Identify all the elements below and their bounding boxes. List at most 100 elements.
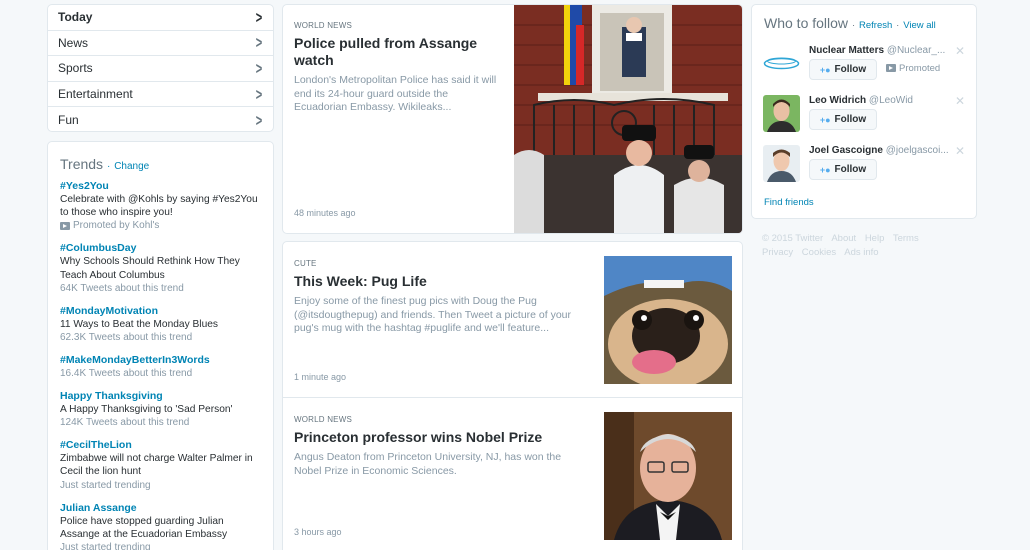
footer-links: © 2015 Twitter About Help Terms Privacy … — [762, 232, 962, 260]
trend-item: #ColumbusDay Why Schools Should Rethink … — [60, 242, 261, 294]
chevron-right-icon: > — [255, 7, 263, 27]
follow-label: Follow — [834, 64, 867, 75]
user-name[interactable]: Joel Gascoigne @joelgascoi... — [809, 145, 955, 156]
footer-link-cookies[interactable]: Cookies — [802, 247, 836, 258]
wtf-title: Who to follow — [764, 15, 849, 31]
nav-item-label: Sports — [58, 61, 93, 76]
trend-link[interactable]: Happy Thanksgiving — [60, 390, 261, 403]
story-category: WORLD NEWS — [294, 415, 352, 424]
story-description: Angus Deaton from Princeton University, … — [294, 451, 562, 477]
trend-link[interactable]: #MondayMotivation — [60, 305, 261, 318]
chevron-right-icon: > — [255, 58, 263, 78]
chevron-right-icon: > — [255, 110, 263, 130]
refresh-link[interactable]: Refresh — [859, 20, 892, 31]
story-image-professor[interactable] — [604, 412, 732, 540]
trend-item: #Yes2You Celebrate with @Kohls by saying… — [60, 180, 261, 232]
trend-description: Celebrate with @Kohls by saying #Yes2You… — [60, 194, 258, 219]
story-timestamp: 1 minute ago — [294, 372, 347, 382]
story-description: Enjoy some of the finest pug pics with D… — [294, 295, 572, 334]
user-handle: @LeoWid — [868, 95, 913, 106]
trend-meta: Just started trending — [60, 479, 151, 491]
trends-sep: · — [106, 161, 111, 172]
follow-label: Follow — [834, 164, 867, 175]
copyright: © 2015 Twitter — [762, 233, 824, 244]
view-all-link[interactable]: View all — [903, 20, 936, 31]
trend-meta: 124K Tweets about this trend — [60, 417, 190, 429]
footer-link-terms[interactable]: Terms — [893, 233, 919, 244]
trend-description: Why Schools Should Rethink How They Teac… — [60, 256, 240, 281]
user-display-name: Joel Gascoigne — [809, 145, 883, 156]
trend-item: Happy Thanksgiving A Happy Thanksgiving … — [60, 390, 261, 429]
user-display-name: Nuclear Matters — [809, 45, 885, 56]
trend-meta: 16.4K Tweets about this trend — [60, 368, 193, 380]
nav-item-fun[interactable]: Fun > — [48, 107, 273, 131]
story-description: London's Metropolitan Police has said it… — [294, 74, 497, 113]
story-image-embassy[interactable] — [514, 5, 743, 234]
trends-title: Trends — [60, 156, 104, 172]
avatar[interactable] — [763, 95, 800, 132]
who-to-follow-module: Who to follow · Refresh · View all Nucle… — [751, 4, 977, 219]
add-user-icon: +● — [819, 64, 831, 75]
trend-description: 11 Ways to Beat the Monday Blues — [60, 318, 218, 330]
promoted-icon — [886, 64, 896, 73]
trend-description: Police have stopped guarding Julian Assa… — [60, 515, 228, 540]
story-category: WORLD NEWS — [294, 21, 352, 30]
wtf-sep: · — [896, 20, 900, 31]
story-image-pug[interactable] — [604, 256, 732, 384]
close-icon[interactable]: ✕ — [955, 44, 965, 58]
avatar[interactable] — [763, 145, 800, 182]
trends-module: Trends · Change #Yes2You Celebrate with … — [47, 141, 274, 550]
nav-item-news[interactable]: News > — [48, 31, 273, 57]
trend-meta: 62.3K Tweets about this trend — [60, 332, 193, 344]
footer-link-privacy[interactable]: Privacy — [762, 247, 793, 258]
find-friends-link[interactable]: Find friends — [764, 197, 814, 208]
trend-link[interactable]: #Yes2You — [60, 180, 261, 193]
close-icon[interactable]: ✕ — [955, 94, 965, 108]
story-card-assange[interactable]: WORLD NEWS Police pulled from Assange wa… — [282, 4, 743, 234]
nav-item-entertainment[interactable]: Entertainment > — [48, 82, 273, 108]
follow-label: Follow — [834, 114, 867, 125]
story-timestamp: 48 minutes ago — [294, 208, 356, 218]
user-display-name: Leo Widrich — [809, 95, 867, 106]
nav-item-label: Entertainment — [58, 87, 133, 102]
story-body: WORLD NEWS Princeton professor wins Nobe… — [283, 415, 583, 478]
story-title[interactable]: Police pulled from Assange watch — [294, 35, 497, 69]
footer-link-about[interactable]: About — [831, 233, 856, 244]
nav-item-label: Fun — [58, 113, 79, 128]
user-name[interactable]: Leo Widrich @LeoWid — [809, 95, 955, 106]
story-category: CUTE — [294, 259, 317, 268]
user-handle: @joelgascoi... — [885, 145, 949, 156]
close-icon[interactable]: ✕ — [955, 144, 965, 158]
avatar[interactable] — [763, 45, 800, 82]
promoted-tag: Promoted — [886, 63, 940, 74]
trend-link[interactable]: Julian Assange — [60, 502, 261, 515]
story-timestamp: 3 hours ago — [294, 527, 342, 537]
nav-item-today[interactable]: Today > — [48, 5, 273, 31]
story-title[interactable]: This Week: Pug Life — [294, 273, 572, 290]
trend-meta: Just started trending — [60, 542, 151, 550]
trend-link[interactable]: #ColumbusDay — [60, 242, 261, 255]
trend-item: #MakeMondayBetterIn3Words 16.4K Tweets a… — [60, 354, 261, 380]
trend-item: #CecilTheLion Zimbabwe will not charge W… — [60, 439, 261, 491]
trend-meta: Promoted by Kohl's — [60, 219, 261, 232]
trend-link[interactable]: #CecilTheLion — [60, 439, 261, 452]
chevron-right-icon: > — [255, 84, 263, 104]
story-list: CUTE This Week: Pug Life Enjoy some of t… — [282, 241, 743, 550]
wtf-sep: · — [851, 20, 856, 31]
trends-header: Trends · Change — [60, 156, 261, 172]
nav-item-sports[interactable]: Sports > — [48, 56, 273, 82]
story-title[interactable]: Princeton professor wins Nobel Prize — [294, 429, 572, 446]
change-trends-link[interactable]: Change — [114, 161, 149, 172]
footer-link-help[interactable]: Help — [865, 233, 885, 244]
follow-button[interactable]: +● Follow — [809, 59, 877, 80]
nav-item-label: Today — [58, 10, 93, 25]
footer-link-ads-info[interactable]: Ads info — [844, 247, 878, 258]
trend-meta-text: Promoted by Kohl's — [73, 220, 160, 232]
add-user-icon: +● — [819, 114, 831, 125]
trend-item: Julian Assange Police have stopped guard… — [60, 502, 261, 550]
user-name[interactable]: Nuclear Matters @Nuclear_... — [809, 45, 955, 56]
follow-button[interactable]: +● Follow — [809, 109, 877, 130]
follow-button[interactable]: +● Follow — [809, 159, 877, 180]
trend-link[interactable]: #MakeMondayBetterIn3Words — [60, 354, 261, 367]
trend-description: Zimbabwe will not charge Walter Palmer i… — [60, 453, 253, 478]
